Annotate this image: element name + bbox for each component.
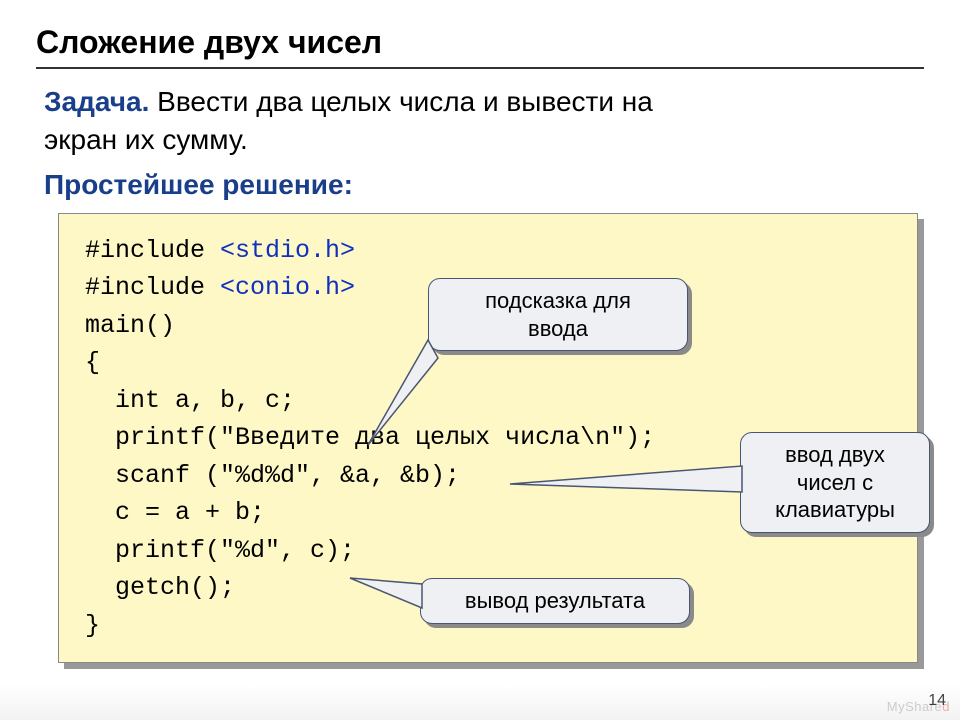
- code-l1a: #include: [85, 236, 220, 265]
- task-body-1: Ввести два целых числа и вывести на: [149, 86, 652, 117]
- callout-output-text: вывод результата: [420, 578, 690, 624]
- code-l4: {: [85, 348, 100, 377]
- task-label: Задача.: [44, 86, 149, 117]
- watermark-accent: d: [942, 699, 950, 714]
- code-l5: int a, b, c;: [85, 386, 295, 415]
- code-l10: getch();: [85, 573, 235, 602]
- code-l3: main(): [85, 311, 175, 340]
- code-l2b: <conio.h>: [220, 273, 355, 302]
- callout-output: вывод результата: [420, 578, 690, 624]
- watermark-prefix: MyShare: [887, 699, 943, 714]
- callout-hint-tail: [368, 340, 448, 450]
- code-l11: }: [85, 611, 100, 640]
- code-l7: scanf ("%d%d", &a, &b);: [85, 461, 460, 490]
- code-l8: c = a + b;: [85, 498, 265, 527]
- callout-hint-text: подсказка для ввода: [428, 278, 688, 351]
- task-text: Задача. Ввести два целых числа и вывести…: [36, 83, 924, 159]
- callout-output-tail: [350, 578, 430, 616]
- callout-input-text: ввод двух чисел с клавиатуры: [740, 432, 930, 533]
- watermark: MyShared: [887, 699, 950, 714]
- slide: Сложение двух чисел Задача. Ввести два ц…: [0, 0, 960, 720]
- callout-input: ввод двух чисел с клавиатуры: [740, 432, 930, 533]
- code-l9: printf("%d", c);: [85, 536, 355, 565]
- page-title: Сложение двух чисел: [36, 24, 924, 69]
- callout-input-tail: [510, 466, 746, 506]
- code-l1b: <stdio.h>: [220, 236, 355, 265]
- solution-label: Простейшее решение:: [36, 169, 924, 201]
- code-l2a: #include: [85, 273, 220, 302]
- task-body-2: экран их сумму.: [44, 124, 248, 155]
- callout-hint: подсказка для ввода: [428, 278, 688, 351]
